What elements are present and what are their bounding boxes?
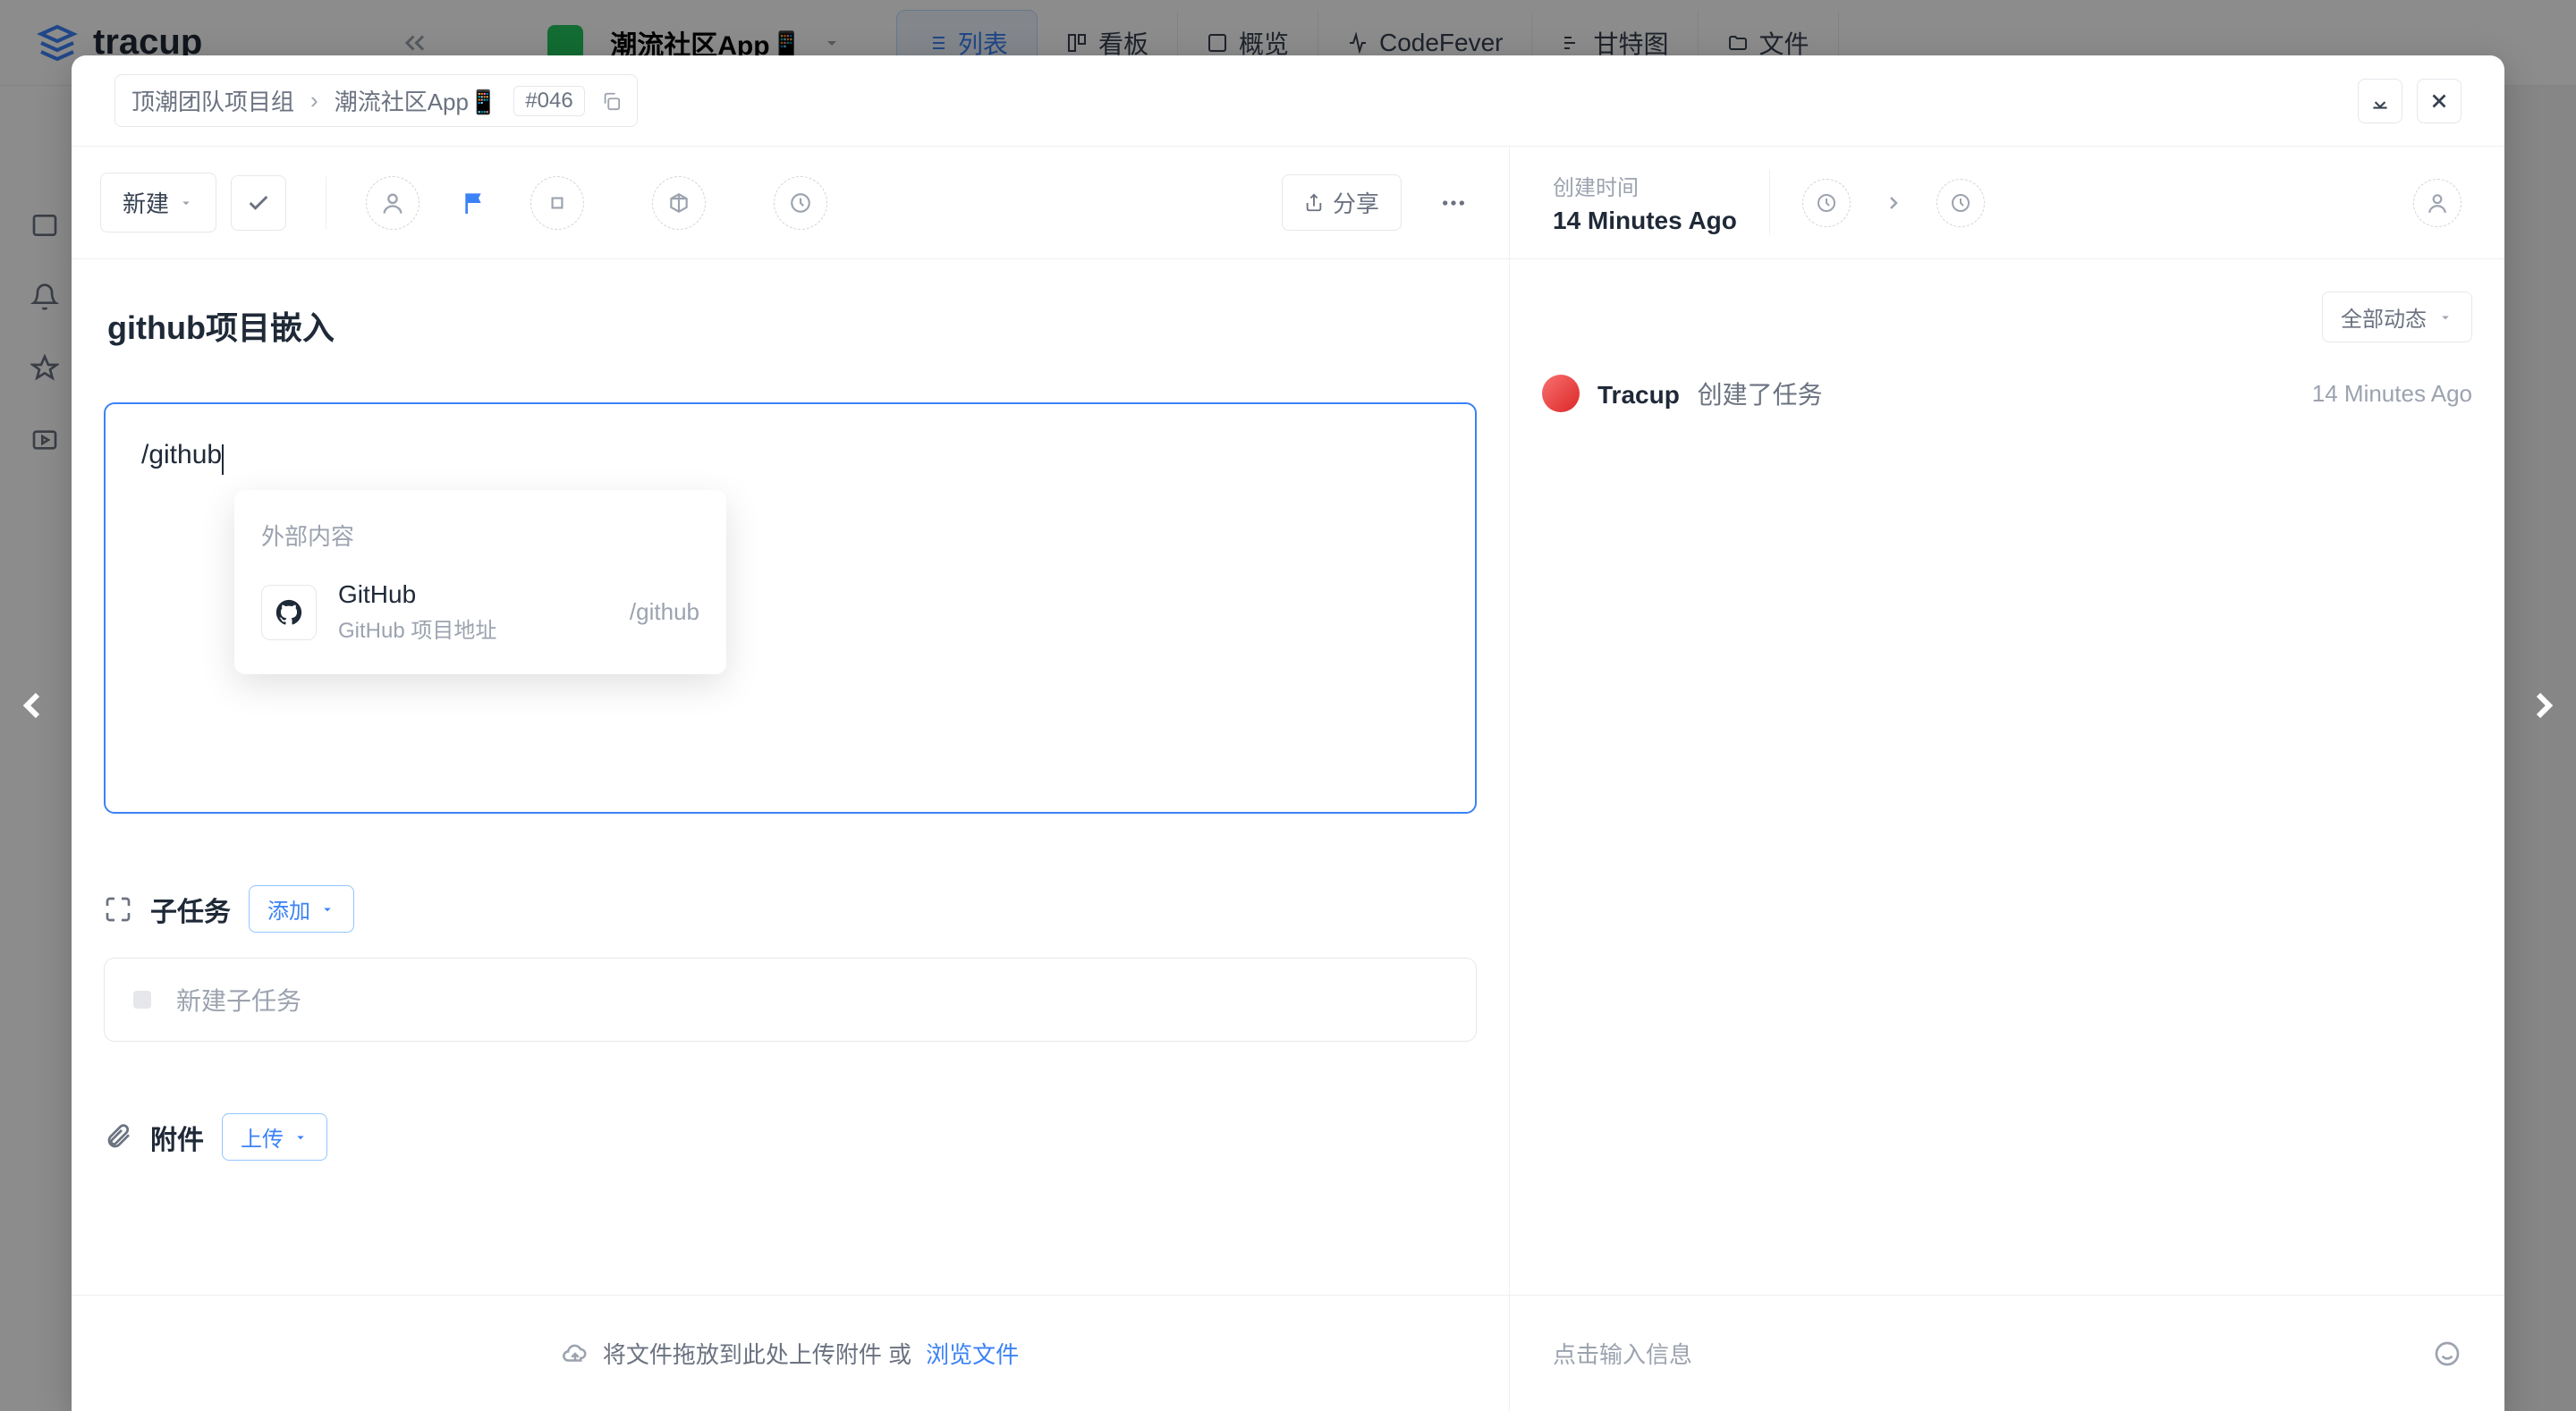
side-header: 创建时间 14 Minutes Ago (1510, 147, 2504, 259)
activity-time: 14 Minutes Ago (2312, 380, 2472, 408)
issue-modal: 顶潮团队项目组 › 潮流社区App📱 #046 新建 (72, 55, 2504, 1411)
slash-item-cmd: /github (630, 598, 699, 626)
comment-input[interactable]: 点击输入信息 (1553, 1337, 1692, 1370)
status-check-button[interactable] (231, 175, 286, 231)
attachments-section: 附件 上传 (104, 1113, 1477, 1161)
end-time-button[interactable] (1936, 179, 1985, 227)
next-issue-arrow[interactable] (2522, 684, 2565, 727)
prev-issue-arrow[interactable] (11, 684, 54, 727)
copy-link-icon[interactable] (601, 91, 621, 111)
checkbox-placeholder-icon (133, 991, 151, 1009)
browse-files-link[interactable]: 浏览文件 (926, 1337, 1019, 1370)
subtasks-section: 子任务 添加 新建子任务 (104, 885, 1477, 1042)
chevron-right-icon (1883, 192, 1904, 214)
slash-item-title: GitHub (338, 580, 608, 609)
activity-item: Tracup 创建了任务 14 Minutes Ago (1542, 375, 2472, 412)
breadcrumb-group: 顶潮团队项目组 (131, 84, 294, 117)
editor-text: /github (141, 440, 222, 469)
created-label: 创建时间 (1553, 170, 1737, 201)
github-icon (261, 585, 317, 640)
activity-action: 创建了任务 (1698, 381, 1823, 409)
cloud-upload-icon (562, 1340, 589, 1367)
module-button[interactable] (652, 176, 706, 230)
priority-flag-icon[interactable] (461, 189, 489, 217)
due-date-button[interactable] (774, 176, 827, 230)
comment-footer: 点击输入信息 (1510, 1295, 2504, 1411)
share-button[interactable]: 分享 (1282, 174, 1402, 231)
issue-toolbar: 新建 (72, 147, 1509, 259)
upload-attachment-button[interactable]: 上传 (222, 1113, 327, 1161)
minimize-button[interactable] (2358, 79, 2402, 123)
assignee-button[interactable] (366, 176, 419, 230)
activity-filter-dropdown[interactable]: 全部动态 (2322, 291, 2472, 342)
subtask-placeholder: 新建子任务 (176, 982, 301, 1018)
slash-command-menu: 外部内容 GitHub GitHub 项目地址 /github (234, 490, 726, 674)
start-time-button[interactable] (1802, 179, 1851, 227)
breadcrumb-bar: 顶潮团队项目组 › 潮流社区App📱 #046 (72, 55, 2504, 147)
created-value: 14 Minutes Ago (1553, 207, 1737, 235)
created-info: 创建时间 14 Minutes Ago (1553, 170, 1770, 235)
slash-menu-section-label: 外部内容 (234, 508, 726, 568)
slash-item-desc: GitHub 项目地址 (338, 613, 608, 644)
new-button[interactable]: 新建 (100, 173, 216, 232)
add-subtask-button[interactable]: 添加 (249, 885, 354, 933)
emoji-button[interactable] (2433, 1339, 2462, 1368)
watchers-button[interactable] (2413, 179, 2462, 227)
more-actions-button[interactable] (1427, 176, 1480, 230)
drop-text: 将文件拖放到此处上传附件 或 (603, 1337, 911, 1370)
tag-button[interactable] (530, 176, 584, 230)
side-column: 创建时间 14 Minutes Ago 全部动态 (1510, 147, 2504, 1411)
main-column: 新建 (72, 147, 1510, 1411)
subtasks-title: 子任务 (150, 890, 231, 929)
activity-user: Tracup (1597, 381, 1680, 409)
new-subtask-input[interactable]: 新建子任务 (104, 958, 1477, 1042)
description-editor[interactable]: /github 外部内容 GitHub GitHub 项目地址 /github (104, 402, 1477, 814)
main-content: github项目嵌入 /github 外部内容 GitHub GitHub 项目… (72, 259, 1509, 1295)
issue-id-badge: #046 (513, 86, 584, 116)
close-button[interactable] (2417, 79, 2462, 123)
activity-panel: 全部动态 Tracup 创建了任务 14 Minutes Ago (1510, 259, 2504, 1295)
attachment-icon (104, 1123, 132, 1152)
breadcrumb-project: 潮流社区App📱 (335, 84, 498, 117)
breadcrumb-separator: › (310, 87, 318, 114)
drop-zone-footer[interactable]: 将文件拖放到此处上传附件 或 浏览文件 (72, 1295, 1509, 1411)
attachments-title: 附件 (150, 1118, 204, 1157)
slash-item-github[interactable]: GitHub GitHub 项目地址 /github (234, 568, 726, 656)
task-title[interactable]: github项目嵌入 (107, 302, 1477, 349)
subtask-icon (104, 895, 132, 924)
avatar (1542, 375, 1580, 412)
breadcrumb[interactable]: 顶潮团队项目组 › 潮流社区App📱 #046 (114, 74, 638, 127)
